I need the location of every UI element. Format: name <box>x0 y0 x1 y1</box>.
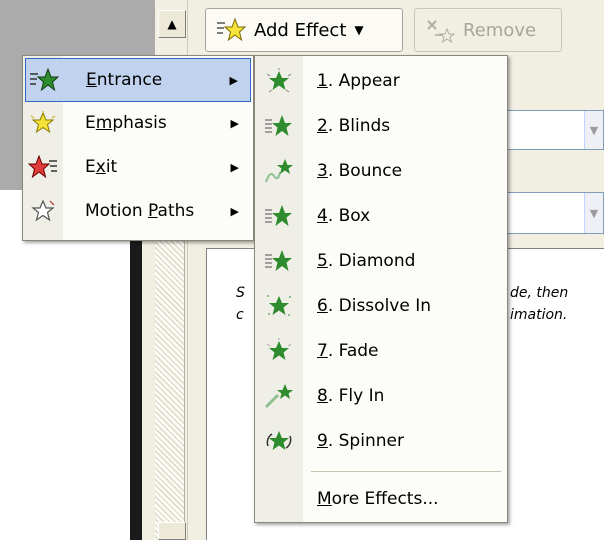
motion-path-star-icon <box>25 199 61 223</box>
hint-text-left: S c <box>236 285 245 323</box>
add-effect-label: Add Effect <box>254 19 347 41</box>
more-effects-item[interactable]: More Effects... <box>257 476 505 521</box>
effect-item-fade[interactable]: 7. Fade <box>257 328 505 373</box>
speed-dropdown[interactable]: ▼ <box>505 192 604 234</box>
more-effects-label: More Effects... <box>317 488 439 509</box>
slide-edge-shadow <box>130 230 142 540</box>
menu-item-label: Exit <box>85 157 118 177</box>
menu-item-motion-paths[interactable]: Motion Paths ▶ <box>25 190 251 232</box>
emphasis-star-icon <box>25 111 61 135</box>
effect-label: 2. Blinds <box>317 115 391 136</box>
remove-label: Remove <box>463 19 537 41</box>
add-effect-button[interactable]: Add Effect ▼ <box>205 8 403 52</box>
appear-icon <box>257 67 301 94</box>
blinds-icon <box>257 113 301 139</box>
effect-item-fly-in[interactable]: 8. Fly In <box>257 373 505 418</box>
dissolve-in-icon <box>257 293 301 319</box>
effect-label: 6. Dissolve In <box>317 295 431 316</box>
scroll-up-arrow-icon: ▲ <box>167 17 177 31</box>
effect-item-spinner[interactable]: 9. Spinner <box>257 418 505 463</box>
spinner-icon <box>257 428 301 454</box>
hint-text-right: de, then imation. <box>510 285 569 323</box>
add-effect-menu: Entrance ▶ Emphasis ▶ Exit ▶ Motion Path… <box>22 55 254 241</box>
chevron-down-icon: ▼ <box>354 23 364 37</box>
effect-item-appear[interactable]: 1. Appear <box>257 58 505 103</box>
chevron-down-icon: ▼ <box>584 193 603 233</box>
menu-item-label: Emphasis <box>85 113 167 133</box>
submenu-arrow-icon: ▶ <box>230 116 239 130</box>
submenu-arrow-icon: ▶ <box>230 204 239 218</box>
entrance-submenu: 1. Appear 2. Blinds 3. Bounce 4. Box 5. … <box>254 55 508 523</box>
effect-label: 4. Box <box>317 205 371 226</box>
submenu-arrow-icon: ▶ <box>230 160 239 174</box>
effect-item-blinds[interactable]: 2. Blinds <box>257 103 505 148</box>
effect-label: 7. Fade <box>317 340 379 361</box>
start-dropdown[interactable]: ▼ <box>505 110 604 150</box>
menu-item-entrance[interactable]: Entrance ▶ <box>25 58 251 102</box>
scrollbar-track[interactable] <box>155 230 185 540</box>
exit-star-icon <box>25 155 61 179</box>
fade-icon <box>257 337 301 364</box>
effect-label: 8. Fly In <box>317 385 385 406</box>
chevron-down-icon: ▼ <box>584 111 603 149</box>
slide-margin <box>142 230 155 540</box>
effect-item-bounce[interactable]: 3. Bounce <box>257 148 505 193</box>
submenu-arrow-icon: ▶ <box>229 73 238 87</box>
remove-effect-icon <box>427 20 455 43</box>
scroll-up-button[interactable]: ▲ <box>158 10 186 38</box>
effect-label: 3. Bounce <box>317 160 403 181</box>
effect-item-diamond[interactable]: 5. Diamond <box>257 238 505 283</box>
entrance-star-icon <box>26 68 62 92</box>
scroll-down-button[interactable] <box>158 522 186 540</box>
fly-in-icon <box>257 383 301 409</box>
menu-item-exit[interactable]: Exit ▶ <box>25 146 251 188</box>
menu-item-emphasis[interactable]: Emphasis ▶ <box>25 102 251 144</box>
effect-label: 1. Appear <box>317 70 400 91</box>
bounce-icon <box>257 158 301 184</box>
effect-label: 9. Spinner <box>317 430 404 451</box>
box-icon <box>257 203 301 229</box>
remove-button[interactable]: Remove <box>414 8 562 52</box>
menu-item-label: Motion Paths <box>85 201 195 221</box>
add-effect-star-icon <box>217 17 246 42</box>
menu-item-label: Entrance <box>86 70 163 90</box>
diamond-icon <box>257 248 301 274</box>
effect-item-box[interactable]: 4. Box <box>257 193 505 238</box>
menu-separator <box>311 471 501 472</box>
effect-item-dissolve-in[interactable]: 6. Dissolve In <box>257 283 505 328</box>
effect-label: 5. Diamond <box>317 250 416 271</box>
